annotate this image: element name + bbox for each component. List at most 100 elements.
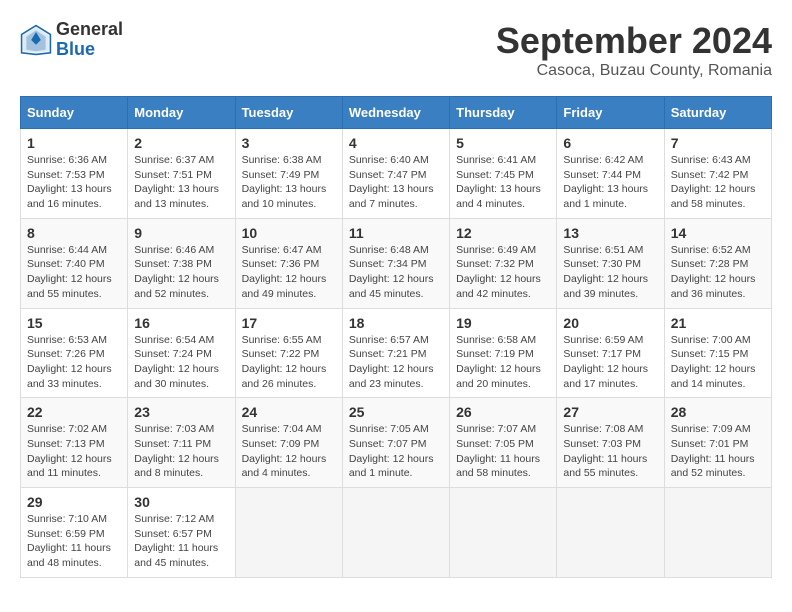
- calendar-cell: 19 Sunrise: 6:58 AM Sunset: 7:19 PM Dayli…: [450, 308, 557, 398]
- calendar-cell: 8 Sunrise: 6:44 AM Sunset: 7:40 PM Daylig…: [21, 218, 128, 308]
- calendar-header: SundayMondayTuesdayWednesdayThursdayFrid…: [21, 97, 772, 129]
- day-detail: Sunrise: 7:09 AM Sunset: 7:01 PM Dayligh…: [671, 423, 755, 479]
- logo-icon: [20, 24, 52, 56]
- calendar-cell: [450, 488, 557, 578]
- day-number: 4: [349, 135, 443, 151]
- logo-blue-text: Blue: [56, 40, 123, 60]
- calendar-cell: 29Sunrise: 7:10 AM Sunset: 6:59 PM Dayli…: [21, 488, 128, 578]
- day-detail: Sunrise: 6:53 AM Sunset: 7:26 PM Dayligh…: [27, 334, 112, 390]
- header-cell-tuesday: Tuesday: [235, 97, 342, 129]
- day-number: 11: [349, 225, 443, 241]
- calendar-cell: [664, 488, 771, 578]
- calendar-week-1: 1Sunrise: 6:36 AM Sunset: 7:53 PM Daylig…: [21, 129, 772, 219]
- day-number: 30: [134, 494, 228, 510]
- day-detail: Sunrise: 6:41 AM Sunset: 7:45 PM Dayligh…: [456, 154, 541, 210]
- day-detail: Sunrise: 7:02 AM Sunset: 7:13 PM Dayligh…: [27, 423, 112, 479]
- day-number: 18: [349, 315, 443, 331]
- calendar-cell: 4 Sunrise: 6:40 AM Sunset: 7:47 PM Daylig…: [342, 129, 449, 219]
- calendar-cell: [235, 488, 342, 578]
- day-number: 5: [456, 135, 550, 151]
- day-detail: Sunrise: 7:07 AM Sunset: 7:05 PM Dayligh…: [456, 423, 540, 479]
- calendar-cell: 30 Sunrise: 7:12 AM Sunset: 6:57 PM Dayli…: [128, 488, 235, 578]
- calendar-cell: 20 Sunrise: 6:59 AM Sunset: 7:17 PM Dayli…: [557, 308, 664, 398]
- day-number: 1: [27, 135, 121, 151]
- location-subtitle: Casoca, Buzau County, Romania: [496, 62, 772, 80]
- title-section: September 2024 Casoca, Buzau County, Rom…: [496, 20, 772, 80]
- day-detail: Sunrise: 7:05 AM Sunset: 7:07 PM Dayligh…: [349, 423, 434, 479]
- day-detail: Sunrise: 7:12 AM Sunset: 6:57 PM Dayligh…: [134, 513, 218, 569]
- day-detail: Sunrise: 6:47 AM Sunset: 7:36 PM Dayligh…: [242, 244, 327, 300]
- day-number: 16: [134, 315, 228, 331]
- day-number: 12: [456, 225, 550, 241]
- calendar-cell: 15 Sunrise: 6:53 AM Sunset: 7:26 PM Dayli…: [21, 308, 128, 398]
- calendar-week-4: 22 Sunrise: 7:02 AM Sunset: 7:13 PM Dayli…: [21, 398, 772, 488]
- calendar-cell: 10 Sunrise: 6:47 AM Sunset: 7:36 PM Dayli…: [235, 218, 342, 308]
- header-cell-wednesday: Wednesday: [342, 97, 449, 129]
- calendar-cell: 1Sunrise: 6:36 AM Sunset: 7:53 PM Daylig…: [21, 129, 128, 219]
- day-detail: Sunrise: 7:03 AM Sunset: 7:11 PM Dayligh…: [134, 423, 219, 479]
- calendar-week-5: 29Sunrise: 7:10 AM Sunset: 6:59 PM Dayli…: [21, 488, 772, 578]
- logo-general-text: General: [56, 20, 123, 40]
- calendar-week-3: 15 Sunrise: 6:53 AM Sunset: 7:26 PM Dayli…: [21, 308, 772, 398]
- calendar-cell: 18 Sunrise: 6:57 AM Sunset: 7:21 PM Dayli…: [342, 308, 449, 398]
- day-detail: Sunrise: 6:42 AM Sunset: 7:44 PM Dayligh…: [563, 154, 648, 210]
- header-cell-friday: Friday: [557, 97, 664, 129]
- calendar-cell: 3Sunrise: 6:38 AM Sunset: 7:49 PM Daylig…: [235, 129, 342, 219]
- calendar-cell: 16 Sunrise: 6:54 AM Sunset: 7:24 PM Dayli…: [128, 308, 235, 398]
- logo: General Blue: [20, 20, 123, 60]
- day-detail: Sunrise: 6:58 AM Sunset: 7:19 PM Dayligh…: [456, 334, 541, 390]
- calendar-cell: 6 Sunrise: 6:42 AM Sunset: 7:44 PM Daylig…: [557, 129, 664, 219]
- calendar-cell: 24Sunrise: 7:04 AM Sunset: 7:09 PM Dayli…: [235, 398, 342, 488]
- page-header: General Blue September 2024 Casoca, Buza…: [20, 20, 772, 80]
- day-detail: Sunrise: 6:55 AM Sunset: 7:22 PM Dayligh…: [242, 334, 327, 390]
- logo-text: General Blue: [56, 20, 123, 60]
- day-number: 20: [563, 315, 657, 331]
- day-detail: Sunrise: 7:00 AM Sunset: 7:15 PM Dayligh…: [671, 334, 756, 390]
- day-number: 27: [563, 404, 657, 420]
- calendar-cell: 7Sunrise: 6:43 AM Sunset: 7:42 PM Daylig…: [664, 129, 771, 219]
- day-detail: Sunrise: 6:57 AM Sunset: 7:21 PM Dayligh…: [349, 334, 434, 390]
- day-number: 24: [242, 404, 336, 420]
- calendar-cell: 23 Sunrise: 7:03 AM Sunset: 7:11 PM Dayli…: [128, 398, 235, 488]
- calendar-cell: 22 Sunrise: 7:02 AM Sunset: 7:13 PM Dayli…: [21, 398, 128, 488]
- day-detail: Sunrise: 6:37 AM Sunset: 7:51 PM Dayligh…: [134, 154, 219, 210]
- day-detail: Sunrise: 6:59 AM Sunset: 7:17 PM Dayligh…: [563, 334, 648, 390]
- calendar-cell: 13Sunrise: 6:51 AM Sunset: 7:30 PM Dayli…: [557, 218, 664, 308]
- calendar-cell: 27 Sunrise: 7:08 AM Sunset: 7:03 PM Dayli…: [557, 398, 664, 488]
- day-number: 26: [456, 404, 550, 420]
- day-number: 15: [27, 315, 121, 331]
- day-detail: Sunrise: 6:48 AM Sunset: 7:34 PM Dayligh…: [349, 244, 434, 300]
- header-row: SundayMondayTuesdayWednesdayThursdayFrid…: [21, 97, 772, 129]
- calendar-week-2: 8 Sunrise: 6:44 AM Sunset: 7:40 PM Daylig…: [21, 218, 772, 308]
- day-number: 23: [134, 404, 228, 420]
- day-detail: Sunrise: 6:40 AM Sunset: 7:47 PM Dayligh…: [349, 154, 434, 210]
- day-detail: Sunrise: 6:38 AM Sunset: 7:49 PM Dayligh…: [242, 154, 327, 210]
- day-number: 19: [456, 315, 550, 331]
- day-detail: Sunrise: 6:43 AM Sunset: 7:42 PM Dayligh…: [671, 154, 756, 210]
- calendar-cell: 12Sunrise: 6:49 AM Sunset: 7:32 PM Dayli…: [450, 218, 557, 308]
- calendar-table: SundayMondayTuesdayWednesdayThursdayFrid…: [20, 96, 772, 578]
- day-detail: Sunrise: 6:54 AM Sunset: 7:24 PM Dayligh…: [134, 334, 219, 390]
- day-number: 6: [563, 135, 657, 151]
- calendar-cell: 14Sunrise: 6:52 AM Sunset: 7:28 PM Dayli…: [664, 218, 771, 308]
- header-cell-thursday: Thursday: [450, 97, 557, 129]
- calendar-cell: 28 Sunrise: 7:09 AM Sunset: 7:01 PM Dayli…: [664, 398, 771, 488]
- month-title: September 2024: [496, 20, 772, 62]
- calendar-cell: [557, 488, 664, 578]
- day-detail: Sunrise: 7:10 AM Sunset: 6:59 PM Dayligh…: [27, 513, 111, 569]
- calendar-cell: 9 Sunrise: 6:46 AM Sunset: 7:38 PM Daylig…: [128, 218, 235, 308]
- day-number: 9: [134, 225, 228, 241]
- day-detail: Sunrise: 6:51 AM Sunset: 7:30 PM Dayligh…: [563, 244, 648, 300]
- day-number: 28: [671, 404, 765, 420]
- calendar-cell: 17 Sunrise: 6:55 AM Sunset: 7:22 PM Dayli…: [235, 308, 342, 398]
- day-detail: Sunrise: 7:08 AM Sunset: 7:03 PM Dayligh…: [563, 423, 647, 479]
- day-number: 21: [671, 315, 765, 331]
- calendar-cell: 11 Sunrise: 6:48 AM Sunset: 7:34 PM Dayli…: [342, 218, 449, 308]
- day-detail: Sunrise: 6:44 AM Sunset: 7:40 PM Dayligh…: [27, 244, 112, 300]
- day-number: 10: [242, 225, 336, 241]
- day-number: 8: [27, 225, 121, 241]
- calendar-cell: [342, 488, 449, 578]
- day-number: 22: [27, 404, 121, 420]
- day-number: 17: [242, 315, 336, 331]
- day-detail: Sunrise: 6:46 AM Sunset: 7:38 PM Dayligh…: [134, 244, 219, 300]
